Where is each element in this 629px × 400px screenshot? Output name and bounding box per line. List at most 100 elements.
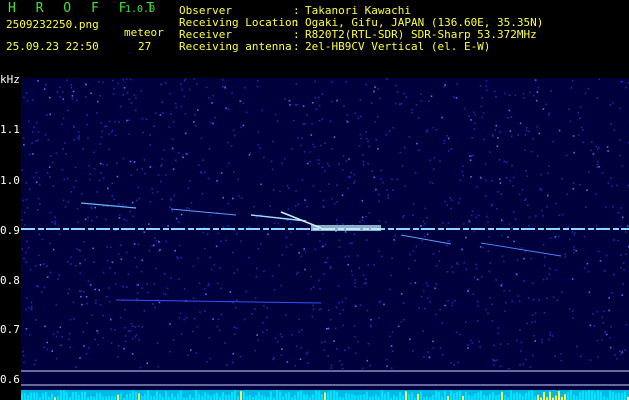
noise-dot: [532, 299, 535, 301]
noise-dot: [331, 100, 333, 103]
noise-dot: [599, 260, 602, 262]
strength-peak: [594, 392, 596, 400]
noise-dot: [171, 210, 174, 212]
noise-dot: [474, 114, 477, 116]
noise-dot: [573, 233, 575, 236]
noise-dot: [516, 339, 518, 342]
strength-peak: [453, 393, 455, 400]
strength-peak: [522, 395, 524, 400]
noise-dot: [613, 273, 615, 276]
noise-dot: [202, 159, 204, 161]
noise-dot: [174, 249, 176, 252]
noise-dot: [126, 286, 128, 288]
noise-dot: [432, 340, 434, 343]
noise-dot: [400, 293, 403, 295]
noise-dot: [79, 250, 81, 252]
strength-peak: [285, 393, 287, 400]
strength-peak: [402, 395, 404, 400]
noise-dot: [596, 97, 599, 99]
noise-dot: [450, 199, 453, 201]
noise-dot: [225, 239, 227, 241]
strength-peak: [279, 391, 281, 400]
noise-dot: [118, 203, 120, 205]
noise-dot: [396, 178, 399, 181]
strength-peak: [336, 391, 338, 400]
noise-dot: [78, 138, 80, 140]
noise-dot: [305, 353, 308, 355]
noise-dot: [299, 358, 302, 360]
noise-dot: [44, 133, 47, 136]
noise-dot: [41, 238, 44, 241]
noise-dot: [254, 308, 256, 310]
noise-dot: [318, 308, 321, 311]
noise-dot: [96, 216, 98, 218]
strength-peak: [210, 396, 212, 400]
strength-peak: [237, 396, 239, 400]
noise-dot: [365, 131, 367, 133]
noise-dot: [193, 318, 196, 320]
noise-dot: [97, 100, 99, 103]
noise-dot: [120, 244, 122, 247]
noise-dot: [390, 274, 392, 277]
noise-dot: [54, 220, 57, 223]
noise-dot: [336, 184, 338, 186]
noise-dot: [389, 335, 391, 338]
noise-dot: [529, 366, 532, 368]
strength-peak: [570, 390, 572, 400]
noise-dot: [322, 199, 325, 202]
noise-dot: [625, 253, 627, 255]
noise-dot: [409, 253, 411, 256]
noise-dot: [548, 338, 550, 341]
strength-peak: [534, 396, 536, 400]
strength-peak: [549, 391, 551, 400]
noise-dot: [491, 134, 494, 136]
noise-dot: [613, 239, 615, 241]
noise-dot: [374, 121, 376, 123]
noise-dot: [518, 193, 521, 196]
strength-peak: [408, 394, 410, 400]
strength-peak: [471, 396, 473, 400]
strength-peak: [447, 396, 449, 400]
header-panel: H R O F F T 1.0.0 2509232250.png meteor …: [0, 0, 629, 76]
noise-dot: [613, 129, 616, 132]
noise-dot: [29, 334, 31, 336]
noise-dot: [25, 198, 28, 201]
noise-dot: [324, 142, 326, 144]
noise-dot: [160, 83, 162, 86]
noise-dot: [454, 300, 456, 302]
noise-dot: [211, 102, 213, 104]
noise-dot: [353, 233, 356, 236]
noise-dot: [495, 95, 497, 98]
noise-dot: [235, 327, 238, 329]
noise-dot: [262, 331, 264, 334]
noise-dot: [213, 263, 216, 266]
noise-dot: [394, 102, 397, 105]
noise-dot: [463, 262, 465, 264]
noise-dot: [321, 118, 323, 120]
noise-dot: [523, 280, 525, 282]
noise-dot: [489, 296, 491, 299]
noise-dot: [536, 155, 539, 157]
noise-dot: [129, 78, 132, 81]
noise-dot: [169, 323, 171, 325]
noise-dot: [554, 355, 556, 358]
noise-dot: [61, 335, 63, 338]
noise-dot: [318, 104, 321, 107]
noise-dot: [573, 246, 575, 248]
noise-dot: [314, 80, 316, 83]
noise-dot: [78, 135, 81, 137]
strength-peak: [537, 394, 539, 400]
strength-peak: [96, 393, 98, 400]
noise-dot: [259, 147, 262, 150]
noise-dot: [356, 255, 359, 257]
noise-dot: [38, 233, 41, 236]
noise-dot: [523, 97, 525, 99]
noise-dot: [583, 235, 586, 238]
noise-dot: [488, 236, 491, 238]
noise-dot: [157, 174, 160, 176]
noise-dot: [475, 216, 478, 219]
noise-dot: [536, 91, 539, 93]
noise-dot: [310, 134, 313, 136]
noise-dot: [408, 136, 411, 138]
noise-dot: [52, 185, 55, 187]
